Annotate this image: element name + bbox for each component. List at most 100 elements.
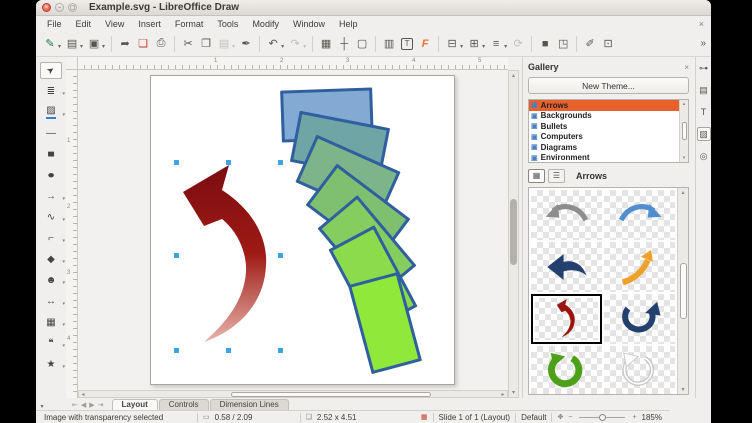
gallery-item-circular-arrow-navy[interactable] [604,294,675,344]
theme-item-bullets[interactable]: ▣Bullets [529,121,679,132]
selection-handle[interactable] [278,348,283,353]
gallery-item-curved-arrow-blue[interactable] [604,190,675,240]
tab-dimension-lines[interactable]: Dimension Lines [210,399,289,410]
dropdown-arrow-icon[interactable]: ▾ [62,217,65,223]
first-page-icon[interactable]: ⇤ [72,401,78,409]
menu-modify[interactable]: Modify [245,18,286,30]
zoom-in-icon[interactable]: + [632,414,636,421]
scroll-thumb[interactable] [680,263,687,319]
fontwork-button[interactable]: F [417,35,433,53]
close-panel-icon[interactable]: × [684,63,689,72]
symbol-shapes-tool[interactable]: ☻▾ [40,272,62,289]
scroll-up-icon[interactable]: ▴ [512,71,515,80]
copy-button[interactable]: ❐ [198,35,214,53]
dropdown-arrow-icon[interactable]: ▾ [62,280,65,286]
menu-help[interactable]: Help [332,18,365,30]
new-drawing-button[interactable]: ✎ [42,35,58,53]
undo-button[interactable]: ↶ [265,35,281,53]
selection-handle[interactable] [278,160,283,165]
block-arrows-tool[interactable]: ↔▾ [40,293,62,310]
dropdown-arrow-icon[interactable]: ▾ [102,43,105,50]
dropdown-arrow-icon[interactable]: ▾ [62,112,65,118]
stars-tool[interactable]: ★▾ [40,356,62,373]
last-page-icon[interactable]: ⇥ [98,401,104,409]
selection-handle[interactable] [226,160,231,165]
fill-color-tool[interactable]: ▨▾ [40,104,62,121]
dropdown-arrow-icon[interactable]: ▾ [303,43,306,50]
export-pdf-button[interactable]: ❏ [135,35,151,53]
menu-format[interactable]: Format [168,18,211,30]
edit-points-button[interactable]: ✐ [582,35,598,53]
zoom-level[interactable]: 185% [642,413,662,422]
dropdown-arrow-icon[interactable]: ▾ [80,43,83,50]
dropdown-arrow-icon[interactable]: ▾ [482,43,485,50]
previous-page-icon[interactable]: ◀ [81,401,86,409]
icon-view-button[interactable]: ▦ [528,169,545,183]
close-document-icon[interactable]: × [699,19,707,29]
theme-item-environment[interactable]: ▣Environment [529,153,679,164]
vertical-scrollbar[interactable]: ▴ ▾ [508,70,519,398]
flowchart-tool[interactable]: ▦▾ [40,314,62,331]
distribute-button[interactable]: ≡ [488,35,504,53]
selected-red-curved-arrow[interactable] [175,160,285,355]
menu-edit[interactable]: Edit [69,18,99,30]
helplines-button[interactable]: ┼ [336,35,352,53]
gallery-item-circular-arrow-green[interactable] [531,346,602,395]
scroll-down-icon[interactable]: ▾ [683,155,686,161]
gallery-item-curved-arrow-gray[interactable] [531,190,602,240]
display-grid-button[interactable]: ▦ [318,35,334,53]
horizontal-ruler[interactable]: 1 2 3 4 5 [78,57,508,70]
dropdown-arrow-icon[interactable]: ▾ [62,238,65,244]
scroll-up-icon[interactable]: ▴ [681,189,684,196]
zoom-slider[interactable] [579,417,625,418]
minimize-window-button[interactable]: − [55,3,64,12]
menu-window[interactable]: Window [286,18,332,30]
curve-tool[interactable]: ∿▾ [40,209,62,226]
lines-and-arrows-tool[interactable]: →▾ [40,188,62,205]
insert-image-button[interactable]: ▥ [381,35,397,53]
callouts-tool[interactable]: ❝▾ [40,335,62,352]
menu-file[interactable]: File [40,18,69,30]
sidebar-tab-page[interactable]: ▤ [697,83,711,97]
paste-button[interactable]: ▤ [216,35,232,53]
insert-line-tool[interactable]: — [40,125,62,142]
page-style[interactable]: Default [521,413,546,422]
open-button[interactable]: ▤ [64,35,80,53]
menu-insert[interactable]: Insert [131,18,168,30]
scroll-left-icon[interactable]: ◂ [79,391,87,398]
align-objects-button[interactable]: ⊟ [444,35,460,53]
sidebar-tab-styles[interactable]: T [697,105,711,119]
clone-formatting-button[interactable]: ✒ [238,35,254,53]
dropdown-arrow-icon[interactable]: ▾ [62,91,65,97]
crop-image-button[interactable]: ◳ [555,35,571,53]
arrange-button[interactable]: ⊞ [466,35,482,53]
maximize-window-button[interactable]: ◻ [68,3,77,12]
connector-tool[interactable]: ⌐▾ [40,230,62,247]
shadow-button[interactable]: ■ [537,35,553,53]
vertical-ruler[interactable]: 1 2 3 4 [66,70,78,398]
fit-slide-icon[interactable]: ✥ [557,413,563,421]
rectangle-tool[interactable]: ■ [40,146,62,163]
sidebar-tab-navigator[interactable]: ◎ [697,149,711,163]
cut-button[interactable]: ✂ [180,35,196,53]
glue-points-button[interactable]: ⊡ [600,35,616,53]
scroll-down-icon[interactable]: ▾ [512,388,515,397]
basic-shapes-tool[interactable]: ◆▾ [40,251,62,268]
scroll-down-icon[interactable]: ▾ [681,386,684,393]
new-theme-button[interactable]: New Theme... [528,77,689,94]
tab-controls[interactable]: Controls [159,399,209,410]
selection-handle[interactable] [174,348,179,353]
zoom-slider-thumb[interactable] [599,414,606,421]
gallery-item-arrow-navy[interactable] [531,242,602,292]
scroll-up-icon[interactable]: ▴ [683,101,686,107]
select-tool[interactable]: ➤ [40,62,62,79]
gallery-item-curved-arrow-orange[interactable] [604,242,675,292]
tab-layout[interactable]: Layout [112,399,158,410]
dropdown-arrow-icon[interactable]: ▾ [504,43,507,50]
menu-view[interactable]: View [98,18,131,30]
gallery-item-curved-arrow-red-selected[interactable] [531,294,602,344]
print-button[interactable]: ⎙ [153,35,169,53]
line-style-tool[interactable]: ≣▾ [40,83,62,100]
theme-list-scrollbar[interactable]: ▴ ▾ [679,100,688,162]
redo-button[interactable]: ↷ [287,35,303,53]
